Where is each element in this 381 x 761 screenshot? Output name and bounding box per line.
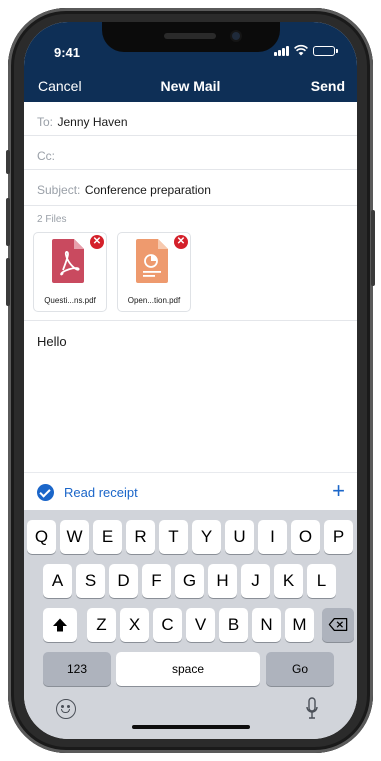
read-receipt-checkbox[interactable] [37, 484, 54, 501]
power-button [371, 210, 375, 286]
key-m[interactable]: M [285, 608, 314, 642]
key-u[interactable]: U [225, 520, 254, 554]
key-y[interactable]: Y [192, 520, 221, 554]
key-l[interactable]: L [307, 564, 336, 598]
subject-value[interactable]: Conference preparation [85, 183, 211, 197]
key-j[interactable]: J [241, 564, 270, 598]
key-n[interactable]: N [252, 608, 281, 642]
cc-label: Cc: [37, 149, 55, 163]
key-d[interactable]: D [109, 564, 138, 598]
key-h[interactable]: H [208, 564, 237, 598]
key-b[interactable]: B [219, 608, 248, 642]
attachment-item[interactable]: ✕ Open...tion.pdf [117, 232, 191, 312]
key-x[interactable]: X [120, 608, 149, 642]
volume-up-button [6, 198, 10, 246]
key-a[interactable]: A [43, 564, 72, 598]
files-count: 2 Files [37, 214, 67, 225]
pdf-file-icon [52, 239, 84, 283]
go-key[interactable]: Go [266, 652, 334, 686]
key-r[interactable]: R [126, 520, 155, 554]
attachment-name: Questi...ns.pdf [44, 296, 96, 305]
home-indicator[interactable] [131, 725, 250, 729]
keyboard: Q W E R T Y U I O P A S D F G H J K L Z … [24, 510, 357, 739]
emoji-icon[interactable] [56, 699, 76, 719]
divider [24, 320, 357, 321]
notch [101, 22, 280, 52]
key-c[interactable]: C [153, 608, 182, 642]
numbers-key[interactable]: 123 [43, 652, 111, 686]
message-body[interactable]: Hello [37, 334, 67, 349]
to-recipient[interactable]: Jenny Haven [57, 115, 127, 129]
key-k[interactable]: K [274, 564, 303, 598]
presentation-file-icon [136, 239, 168, 283]
space-key[interactable]: space [116, 652, 260, 686]
status-time: 9:41 [54, 45, 81, 60]
key-z[interactable]: Z [87, 608, 116, 642]
shift-key[interactable] [43, 608, 77, 642]
microphone-icon[interactable] [306, 697, 318, 721]
wifi-icon [294, 44, 308, 56]
remove-attachment-button[interactable]: ✕ [90, 235, 104, 249]
read-receipt-label[interactable]: Read receipt [64, 485, 138, 500]
backspace-key[interactable] [322, 608, 354, 642]
cc-field[interactable]: Cc: [24, 136, 357, 170]
key-p[interactable]: P [324, 520, 353, 554]
send-button[interactable]: Send [311, 78, 345, 94]
key-v[interactable]: V [186, 608, 215, 642]
status-icons [274, 44, 338, 56]
phone-screen: 9:41 Cancel New Mail Send To: Jenny Have… [24, 22, 357, 739]
key-i[interactable]: I [258, 520, 287, 554]
key-t[interactable]: T [159, 520, 188, 554]
to-label: To: [37, 115, 54, 129]
subject-label: Subject: [37, 183, 81, 197]
key-e[interactable]: E [93, 520, 122, 554]
add-icon[interactable]: + [332, 478, 345, 504]
key-s[interactable]: S [76, 564, 105, 598]
key-f[interactable]: F [142, 564, 171, 598]
attachment-name: Open...tion.pdf [127, 296, 181, 305]
volume-down-button [6, 258, 10, 306]
key-o[interactable]: O [291, 520, 320, 554]
attachment-item[interactable]: ✕ Questi...ns.pdf [33, 232, 107, 312]
read-receipt-bar: Read receipt + [24, 472, 357, 511]
battery-icon [313, 46, 338, 56]
to-field[interactable]: To: Jenny Haven [24, 102, 357, 136]
key-g[interactable]: G [175, 564, 204, 598]
mute-switch [6, 150, 10, 174]
front-camera-icon [231, 32, 240, 40]
backspace-icon [328, 617, 348, 632]
cellular-signal-icon [274, 46, 289, 56]
subject-field[interactable]: Subject: Conference preparation [24, 170, 357, 206]
page-title: New Mail [160, 78, 221, 94]
remove-attachment-button[interactable]: ✕ [174, 235, 188, 249]
key-w[interactable]: W [60, 520, 89, 554]
key-q[interactable]: Q [27, 520, 56, 554]
shift-icon [53, 618, 67, 632]
